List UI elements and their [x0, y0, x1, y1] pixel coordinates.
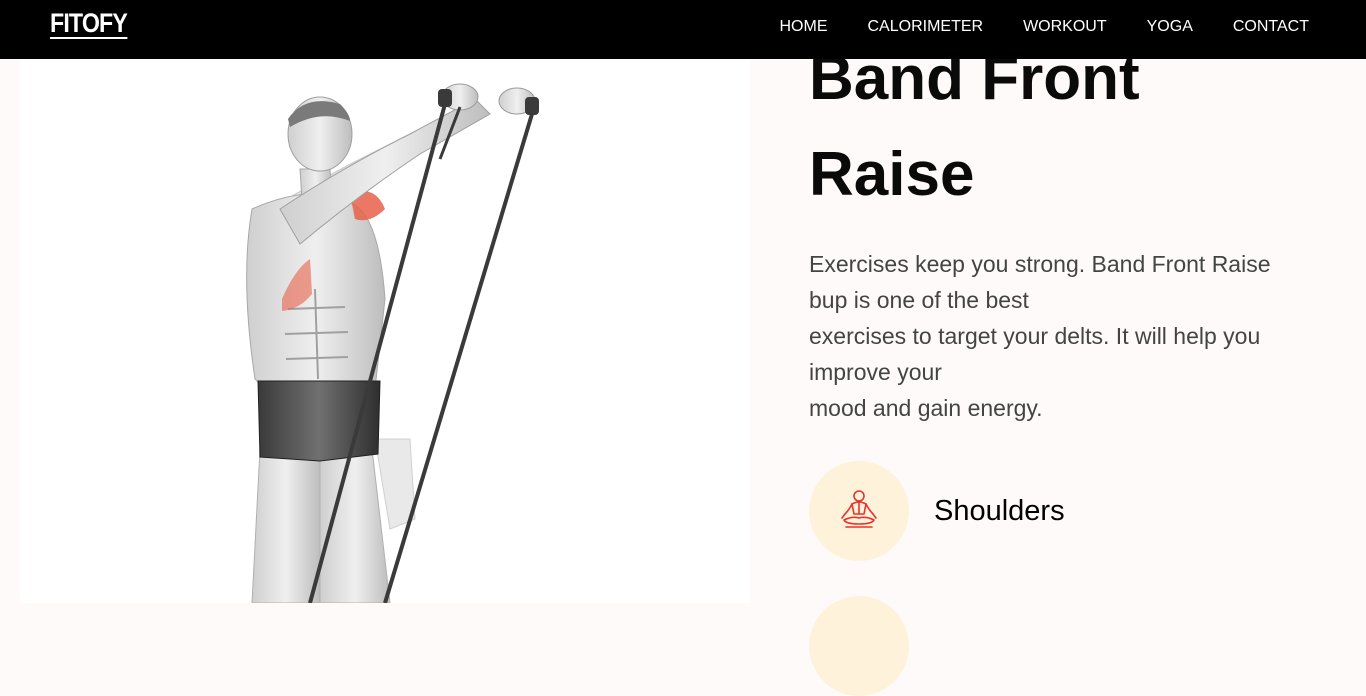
title-line-2: Raise [809, 140, 975, 209]
nav-link-home[interactable]: HOME [780, 18, 828, 36]
description-line: exercises to target your delts. It will … [809, 323, 1261, 349]
description-line: improve your [809, 359, 942, 385]
muscle-label: Shoulders [934, 494, 1065, 527]
nav-links: HOME CALORIMETER WORKOUT YOGA CONTACT [780, 18, 1310, 36]
nav-link-workout[interactable]: WORKOUT [1023, 18, 1107, 36]
nav-link-calorimeter[interactable]: CALORIMETER [868, 18, 984, 36]
exercise-info: Band Front Raise Exercises keep you stro… [809, 0, 1329, 696]
description-line: Exercises keep you strong. Band Front Ra… [809, 251, 1271, 277]
muscle-icon-circle [809, 461, 909, 561]
description-line: bup is one of the best [809, 287, 1029, 313]
muscle-icon-circle [809, 596, 909, 696]
exercise-image [20, 59, 750, 603]
nav-link-contact[interactable]: CONTACT [1233, 18, 1309, 36]
logo[interactable]: FITOFY [50, 9, 128, 39]
exercise-illustration [246, 83, 539, 603]
exercise-title: Band Front Raise [809, 31, 1329, 223]
exercise-description: Exercises keep you strong. Band Front Ra… [809, 246, 1309, 426]
description-line: mood and gain energy. [809, 395, 1043, 421]
target-muscle: Shoulders [809, 461, 1065, 561]
meditation-icon [841, 490, 877, 528]
navbar: FITOFY HOME CALORIMETER WORKOUT YOGA CON… [0, 0, 1366, 59]
nav-link-yoga[interactable]: YOGA [1147, 18, 1193, 36]
